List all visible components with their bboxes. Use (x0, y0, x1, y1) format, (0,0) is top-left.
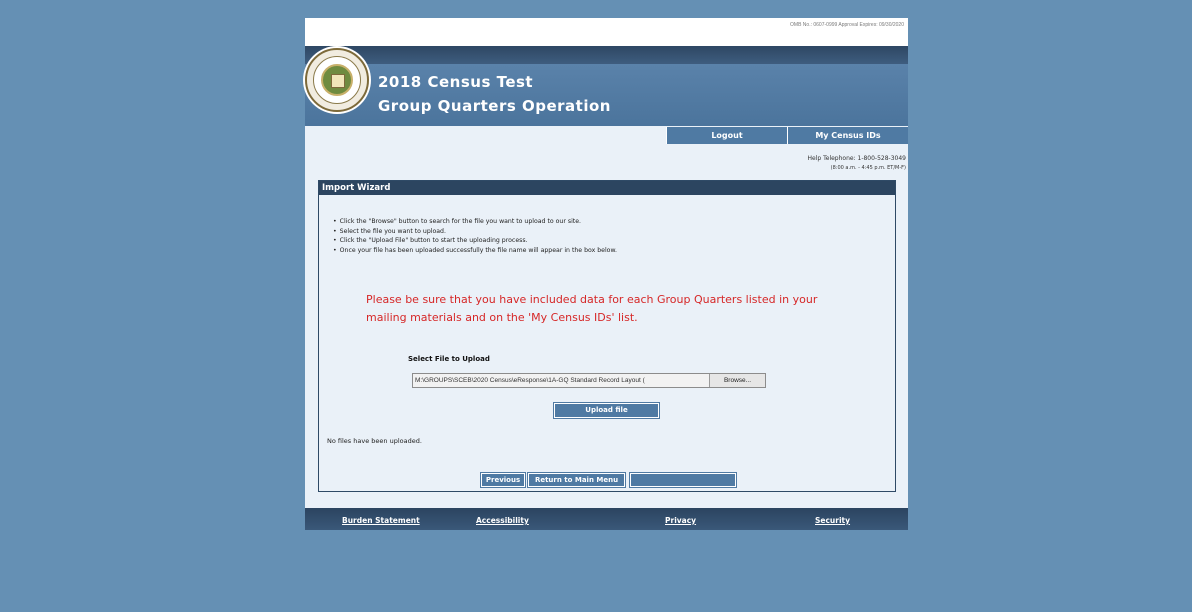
seal-core (321, 64, 353, 96)
help-telephone: Help Telephone: 1-800-528-3049 (807, 155, 906, 162)
instruction-step: Once your file has been uploaded success… (333, 246, 617, 256)
warning-message: Please be sure that you have included da… (366, 293, 818, 324)
file-path-field[interactable]: M:\GROUPS\SCEB\2020 Census\eResponse\1A-… (415, 374, 709, 387)
instruction-step: Select the file you want to upload. (333, 227, 617, 237)
instructions-list: Click the "Browse" button to search for … (333, 217, 617, 255)
import-wizard-panel: Import Wizard Click the "Browse" button … (318, 180, 896, 492)
header-dark-band (305, 46, 908, 64)
instruction-step: Click the "Upload File" button to start … (333, 236, 617, 246)
help-info: Help Telephone: 1-800-528-3049 (8:00 a.m… (808, 155, 906, 171)
site-title: 2018 Census Test (378, 73, 534, 91)
import-wizard-title: Import Wizard (319, 181, 895, 195)
footer: Burden Statement Accessibility Privacy S… (305, 508, 908, 530)
return-to-main-menu-button[interactable]: Return to Main Menu (527, 472, 626, 488)
upload-file-button[interactable]: Upload file (553, 402, 660, 419)
burden-statement-link[interactable]: Burden Statement (342, 516, 420, 525)
page-container: OMB No.: 0607-0999 Approval Expires: 09/… (305, 18, 908, 530)
previous-button[interactable]: Previous (480, 472, 526, 488)
help-hours: (8:00 a.m. - 4:45 p.m. ET/M-F) (830, 165, 906, 171)
file-input[interactable]: M:\GROUPS\SCEB\2020 Census\eResponse\1A-… (412, 373, 766, 388)
accessibility-link[interactable]: Accessibility (476, 516, 529, 525)
logout-button[interactable]: Logout (666, 127, 787, 144)
browse-button[interactable]: Browse... (709, 374, 765, 387)
next-button-disabled[interactable] (629, 472, 737, 488)
site-subtitle: Group Quarters Operation (378, 97, 611, 115)
omb-notice: OMB No.: 0607-0999 Approval Expires: 09/… (790, 22, 904, 28)
select-file-label: Select File to Upload (408, 355, 490, 363)
security-link[interactable]: Security (815, 516, 850, 525)
upload-status: No files have been uploaded. (327, 437, 422, 445)
my-census-ids-button[interactable]: My Census IDs (787, 127, 908, 144)
department-of-commerce-seal-icon (305, 48, 369, 112)
instruction-step: Click the "Browse" button to search for … (333, 217, 617, 227)
privacy-link[interactable]: Privacy (665, 516, 696, 525)
